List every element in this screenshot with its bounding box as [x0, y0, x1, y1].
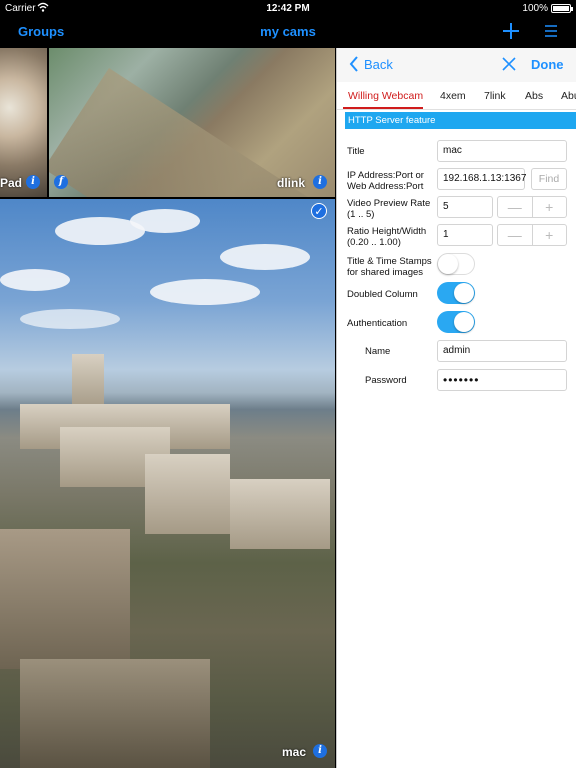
- done-button[interactable]: Done: [531, 57, 564, 72]
- cloud: [20, 309, 120, 329]
- name-label: Name: [365, 346, 391, 357]
- stepper-minus[interactable]: —: [498, 197, 533, 217]
- cloud: [130, 209, 200, 233]
- camera-label: dlink: [277, 176, 306, 190]
- camera-label: mac: [282, 745, 307, 759]
- check-icon[interactable]: ✓: [311, 203, 327, 219]
- status-bar: Carrier 12:42 PM 100%: [0, 0, 576, 18]
- section-header: HTTP Server feature: [345, 112, 576, 129]
- clock: 12:42 PM: [266, 3, 310, 14]
- stamps-toggle[interactable]: [437, 253, 475, 275]
- address-field[interactable]: 192.168.1.13:1367: [437, 168, 526, 190]
- stepper-plus[interactable]: +: [533, 225, 567, 245]
- back-button[interactable]: Back: [364, 57, 393, 72]
- password-label: Password: [365, 375, 407, 386]
- cloud: [220, 244, 310, 270]
- stamps-label: Title & Time Stamps for shared images: [347, 256, 432, 278]
- rate-stepper[interactable]: — +: [497, 196, 567, 218]
- ratio-label: Ratio Height/Width (0.20 .. 1.00): [347, 226, 427, 248]
- info-icon[interactable]: i: [313, 175, 327, 189]
- authentication-label: Authentication: [347, 318, 408, 329]
- facebook-icon[interactable]: f: [54, 175, 68, 189]
- cloud: [150, 279, 260, 305]
- tab-7link[interactable]: 7link: [484, 90, 506, 102]
- battery-fill: [553, 6, 569, 11]
- camera-tile-mac[interactable]: ✓ mac i: [0, 199, 335, 768]
- camera-type-tabs: Willing Webcam 4xem 7link Abs Abu: [337, 82, 576, 110]
- password-field[interactable]: •••••••: [437, 369, 567, 391]
- camera-label: Pad: [0, 176, 23, 190]
- back-chevron-icon[interactable]: [349, 56, 359, 72]
- authentication-toggle[interactable]: [437, 311, 475, 333]
- building: [72, 354, 104, 409]
- name-field[interactable]: admin: [437, 340, 567, 362]
- page-title: my cams: [260, 24, 316, 39]
- camera-tile-dlink[interactable]: f dlink i: [49, 48, 335, 197]
- doubled-column-toggle[interactable]: [437, 282, 475, 304]
- tab-4xem[interactable]: 4xem: [440, 90, 466, 102]
- title-field[interactable]: mac: [437, 140, 567, 162]
- building: [145, 454, 230, 534]
- camera-settings-panel: Back Done Willing Webcam 4xem 7link Abs …: [336, 48, 576, 768]
- close-icon[interactable]: [502, 57, 516, 71]
- building: [0, 529, 130, 669]
- rate-field[interactable]: 5: [437, 196, 493, 218]
- address-label: IP Address:Port or Web Address:Port: [347, 170, 424, 192]
- active-tab-indicator: [343, 107, 423, 109]
- toggle-knob: [454, 312, 474, 332]
- battery-percent: 100%: [522, 3, 548, 14]
- building: [230, 479, 330, 549]
- title-label: Title: [347, 146, 365, 157]
- rate-label: Video Preview Rate (1 .. 5): [347, 198, 431, 220]
- nav-bar: Groups my cams: [0, 18, 576, 48]
- stepper-minus[interactable]: —: [498, 225, 533, 245]
- tab-abu[interactable]: Abu: [561, 90, 576, 102]
- panel-header: Back Done: [337, 48, 576, 82]
- tab-willing-webcam[interactable]: Willing Webcam: [348, 90, 423, 102]
- cloud: [0, 269, 70, 291]
- toggle-knob: [438, 254, 458, 274]
- info-icon[interactable]: i: [26, 175, 40, 189]
- ratio-field[interactable]: 1: [437, 224, 493, 246]
- ratio-stepper[interactable]: — +: [497, 224, 567, 246]
- toggle-knob: [454, 283, 474, 303]
- add-icon[interactable]: [502, 22, 520, 40]
- stepper-plus[interactable]: +: [533, 197, 567, 217]
- doubled-column-label: Doubled Column: [347, 289, 418, 300]
- camera-tile-pad[interactable]: Pad i: [0, 48, 47, 197]
- tab-abs[interactable]: Abs: [525, 90, 543, 102]
- building: [20, 659, 210, 768]
- find-button[interactable]: Find: [531, 168, 567, 190]
- battery-icon: [551, 4, 573, 13]
- menu-icon[interactable]: [544, 24, 558, 38]
- info-icon[interactable]: i: [313, 744, 327, 758]
